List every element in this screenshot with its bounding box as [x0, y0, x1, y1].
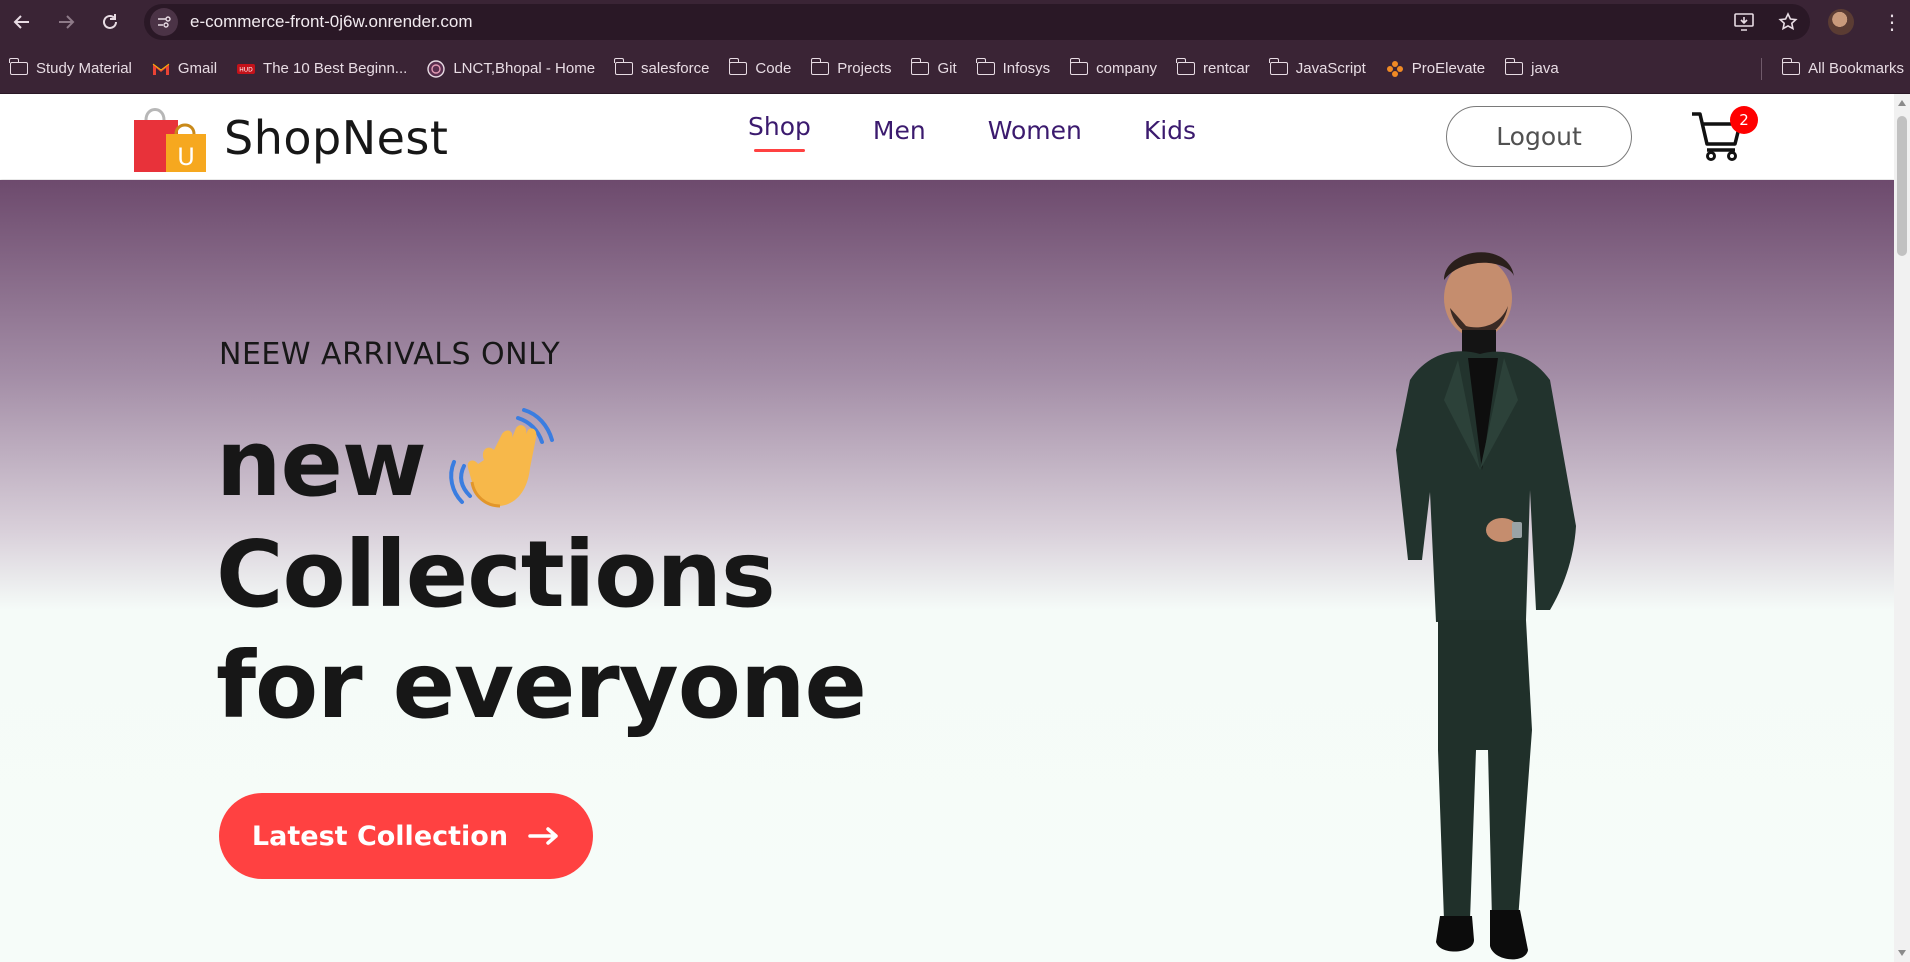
brand-logo[interactable]: U ShopNest — [132, 102, 448, 174]
bookmark-company[interactable]: company — [1060, 53, 1167, 85]
bookmark-label: company — [1096, 60, 1158, 77]
folder-icon — [1176, 58, 1196, 75]
site-icon: HUD — [237, 63, 256, 74]
all-bookmarks-label: All Bookmarks — [1808, 60, 1904, 77]
latest-collection-button[interactable]: Latest Collection — [219, 793, 593, 879]
lnct-icon — [427, 59, 446, 78]
folder-icon — [1504, 58, 1524, 75]
shopping-bag-logo-icon: U — [134, 108, 206, 172]
bookmark-lnct[interactable]: LNCT,Bhopal - Home — [417, 53, 605, 85]
hero-title-line-1: new — [216, 410, 427, 517]
all-bookmarks-button[interactable]: All Bookmarks — [1772, 53, 1910, 85]
brand-name: ShopNest — [224, 111, 449, 165]
bookmark-label: Projects — [837, 60, 892, 77]
folder-icon — [728, 58, 748, 75]
active-nav-underline — [754, 149, 805, 152]
nav-kids-label: Kids — [1143, 116, 1197, 145]
nav-shop-label: Shop — [748, 112, 811, 141]
back-arrow-icon — [13, 15, 29, 29]
bookmark-10-best[interactable]: HUD The 10 Best Beginn... — [227, 53, 417, 85]
bookmark-label: Code — [755, 60, 792, 77]
reload-button[interactable] — [88, 0, 132, 44]
bookmark-git[interactable]: Git — [901, 53, 966, 85]
latest-collection-label: Latest Collection — [251, 820, 509, 852]
gmail-icon — [152, 63, 170, 75]
nav-men[interactable]: Men — [873, 116, 926, 145]
bookmark-code[interactable]: Code — [719, 53, 801, 85]
bookmark-label: Gmail — [177, 60, 218, 77]
bookmark-label: JavaScript — [1295, 60, 1366, 77]
bookmarks-separator — [1761, 57, 1763, 80]
bookmark-proelevate[interactable]: ProElevate — [1376, 53, 1495, 85]
bookmark-label: java — [1531, 60, 1559, 77]
bookmark-label: The 10 Best Beginn... — [263, 60, 408, 77]
waving-hand-icon — [449, 408, 554, 508]
bookmark-infosys[interactable]: Infosys — [967, 53, 1061, 85]
more-menu-icon[interactable]: ⋮ — [1880, 10, 1904, 34]
bookmark-gmail[interactable]: Gmail — [142, 53, 227, 85]
nav-men-label: Men — [872, 116, 926, 145]
arrow-right-icon — [528, 826, 560, 846]
bookmark-javascript[interactable]: JavaScript — [1260, 53, 1376, 85]
svg-text:HUD: HUD — [239, 66, 253, 73]
cart-count-badge: 2 — [1730, 106, 1758, 134]
page-scrollbar[interactable] — [1894, 94, 1910, 962]
scroll-thumb[interactable] — [1897, 116, 1907, 256]
hero-eyebrow: NEEW ARRIVALS ONLY — [219, 337, 561, 372]
bookmark-salesforce[interactable]: salesforce — [605, 53, 719, 85]
page-viewport: U ShopNest Shop Men Women Kids Logout 2 — [0, 94, 1894, 962]
nav-shop[interactable]: Shop — [748, 112, 811, 152]
profile-avatar[interactable] — [1828, 9, 1854, 35]
folder-icon — [1069, 58, 1089, 75]
reload-icon — [103, 14, 117, 29]
logout-button[interactable]: Logout — [1446, 106, 1632, 167]
folder-icon — [1781, 58, 1801, 75]
address-bar[interactable]: e-commerce-front-0j6w.onrender.com — [144, 4, 1810, 40]
hero-title-line-3: for everyone — [216, 632, 867, 739]
folder-icon — [910, 58, 930, 75]
bookmarks-bar: Study Material Gmail HUD The 10 Best Beg… — [0, 44, 1910, 94]
hero-model-image — [1396, 252, 1576, 960]
bookmark-label: rentcar — [1203, 60, 1250, 77]
bookmark-java[interactable]: java — [1495, 53, 1569, 85]
bookmark-label: salesforce — [641, 60, 710, 77]
bookmark-projects[interactable]: Projects — [801, 53, 901, 85]
main-menu: Shop Men Women Kids — [748, 112, 1196, 152]
site-navbar: U ShopNest Shop Men Women Kids Logout 2 — [0, 94, 1894, 179]
proelevate-icon — [1386, 60, 1403, 77]
svg-text:U: U — [177, 143, 195, 171]
back-button[interactable] — [0, 0, 44, 44]
bookmark-rentcar[interactable]: rentcar — [1167, 53, 1260, 85]
folder-icon — [9, 58, 28, 75]
folder-icon — [614, 58, 634, 75]
bookmark-label: Infosys — [1002, 60, 1051, 77]
scroll-down-arrow-icon[interactable] — [1898, 950, 1906, 956]
browser-toolbar: e-commerce-front-0j6w.onrender.com ⋮ — [0, 0, 1910, 44]
bookmark-star-icon[interactable] — [1778, 12, 1798, 32]
hero-section: NEEW ARRIVALS ONLY new Collections for e… — [0, 180, 1894, 962]
nav-kids[interactable]: Kids — [1144, 116, 1196, 145]
hero-title-line-2: Collections — [216, 521, 776, 628]
forward-arrow-icon — [59, 15, 75, 29]
folder-icon — [1269, 58, 1288, 75]
nav-women-label: Women — [987, 116, 1082, 145]
bookmark-label: ProElevate — [1411, 60, 1486, 77]
install-app-icon[interactable] — [1734, 13, 1754, 31]
nav-women[interactable]: Women — [988, 116, 1082, 145]
folder-icon — [976, 58, 995, 75]
site-info-icon[interactable] — [150, 8, 178, 36]
forward-button[interactable] — [44, 0, 88, 44]
cart-button[interactable]: 2 — [1690, 106, 1758, 166]
bookmark-label: Git — [937, 60, 957, 77]
bookmark-label: Study Material — [36, 60, 132, 77]
url-text[interactable]: e-commerce-front-0j6w.onrender.com — [190, 12, 473, 32]
folder-icon — [810, 58, 830, 75]
bookmark-study-material[interactable]: Study Material — [0, 53, 142, 85]
scroll-up-arrow-icon[interactable] — [1898, 100, 1906, 106]
bookmark-label: LNCT,Bhopal - Home — [453, 60, 596, 77]
